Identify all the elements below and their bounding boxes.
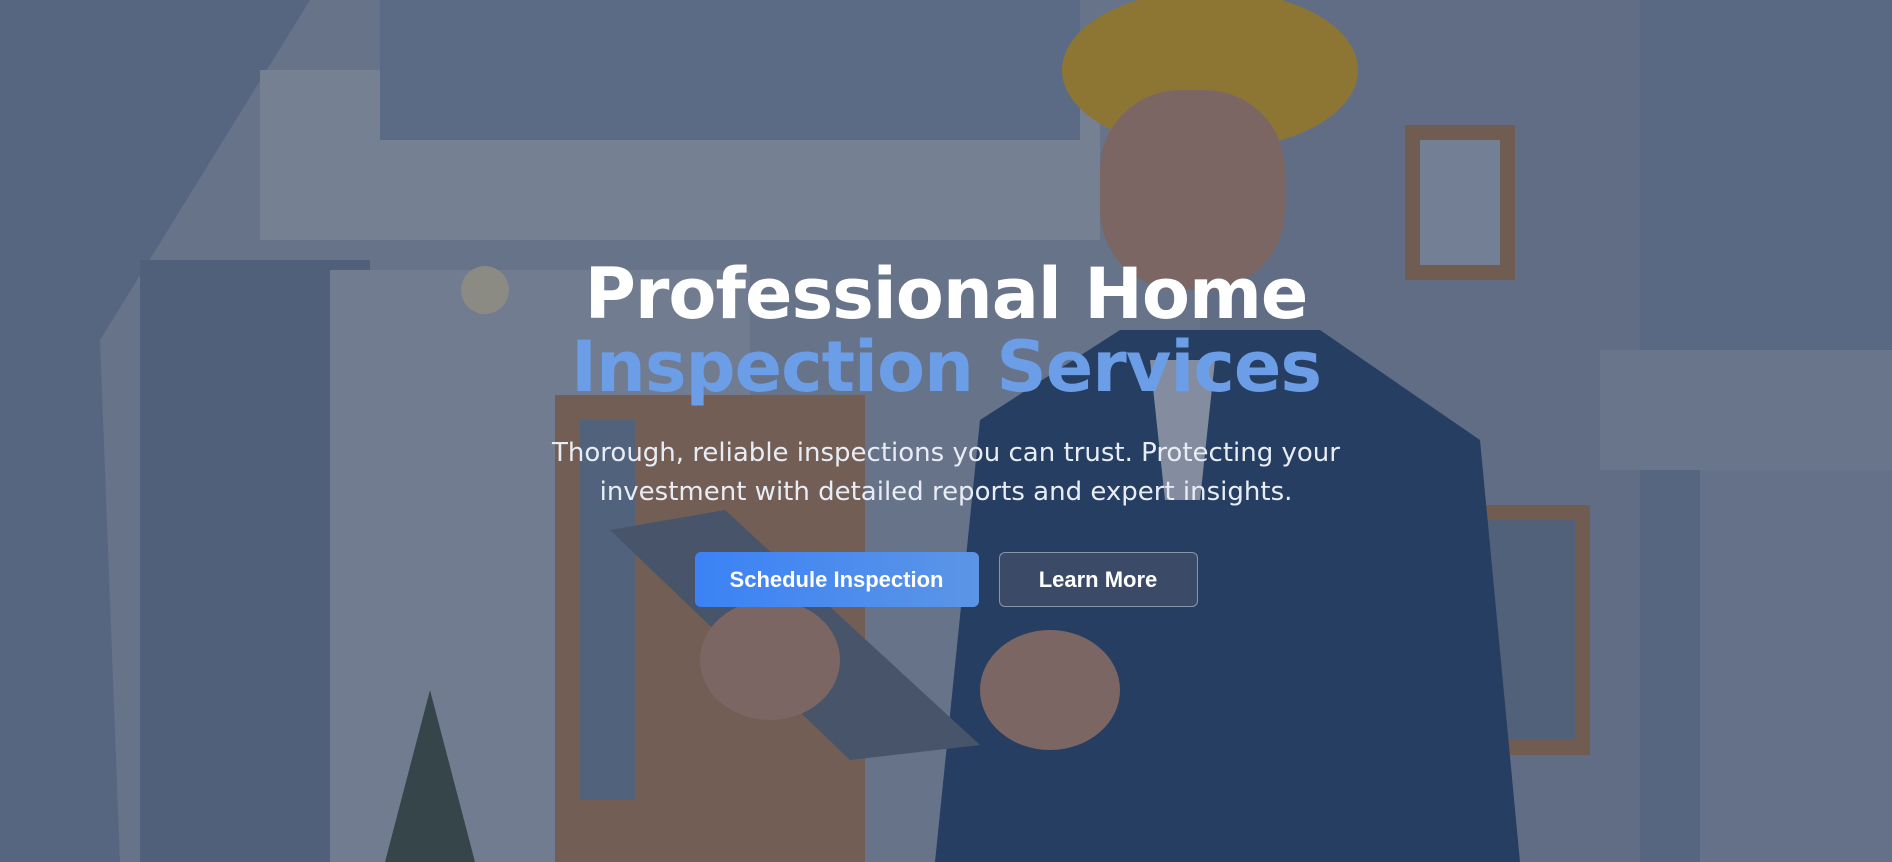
- learn-more-button[interactable]: Learn More: [998, 552, 1198, 607]
- hero-actions: Schedule Inspection Learn More: [0, 552, 1892, 607]
- schedule-inspection-button[interactable]: Schedule Inspection: [694, 552, 979, 607]
- hero-subtitle: Thorough, reliable inspections you can t…: [552, 438, 1340, 507]
- hero-title-line-1: Professional Home: [584, 253, 1309, 335]
- hero-content: Professional Home Inspection Services Th…: [0, 258, 1892, 607]
- hero-title: Professional Home Inspection Services: [0, 258, 1892, 404]
- hero-section: Professional Home Inspection Services Th…: [0, 0, 1892, 862]
- hero-title-line-2: Inspection Services: [570, 326, 1322, 408]
